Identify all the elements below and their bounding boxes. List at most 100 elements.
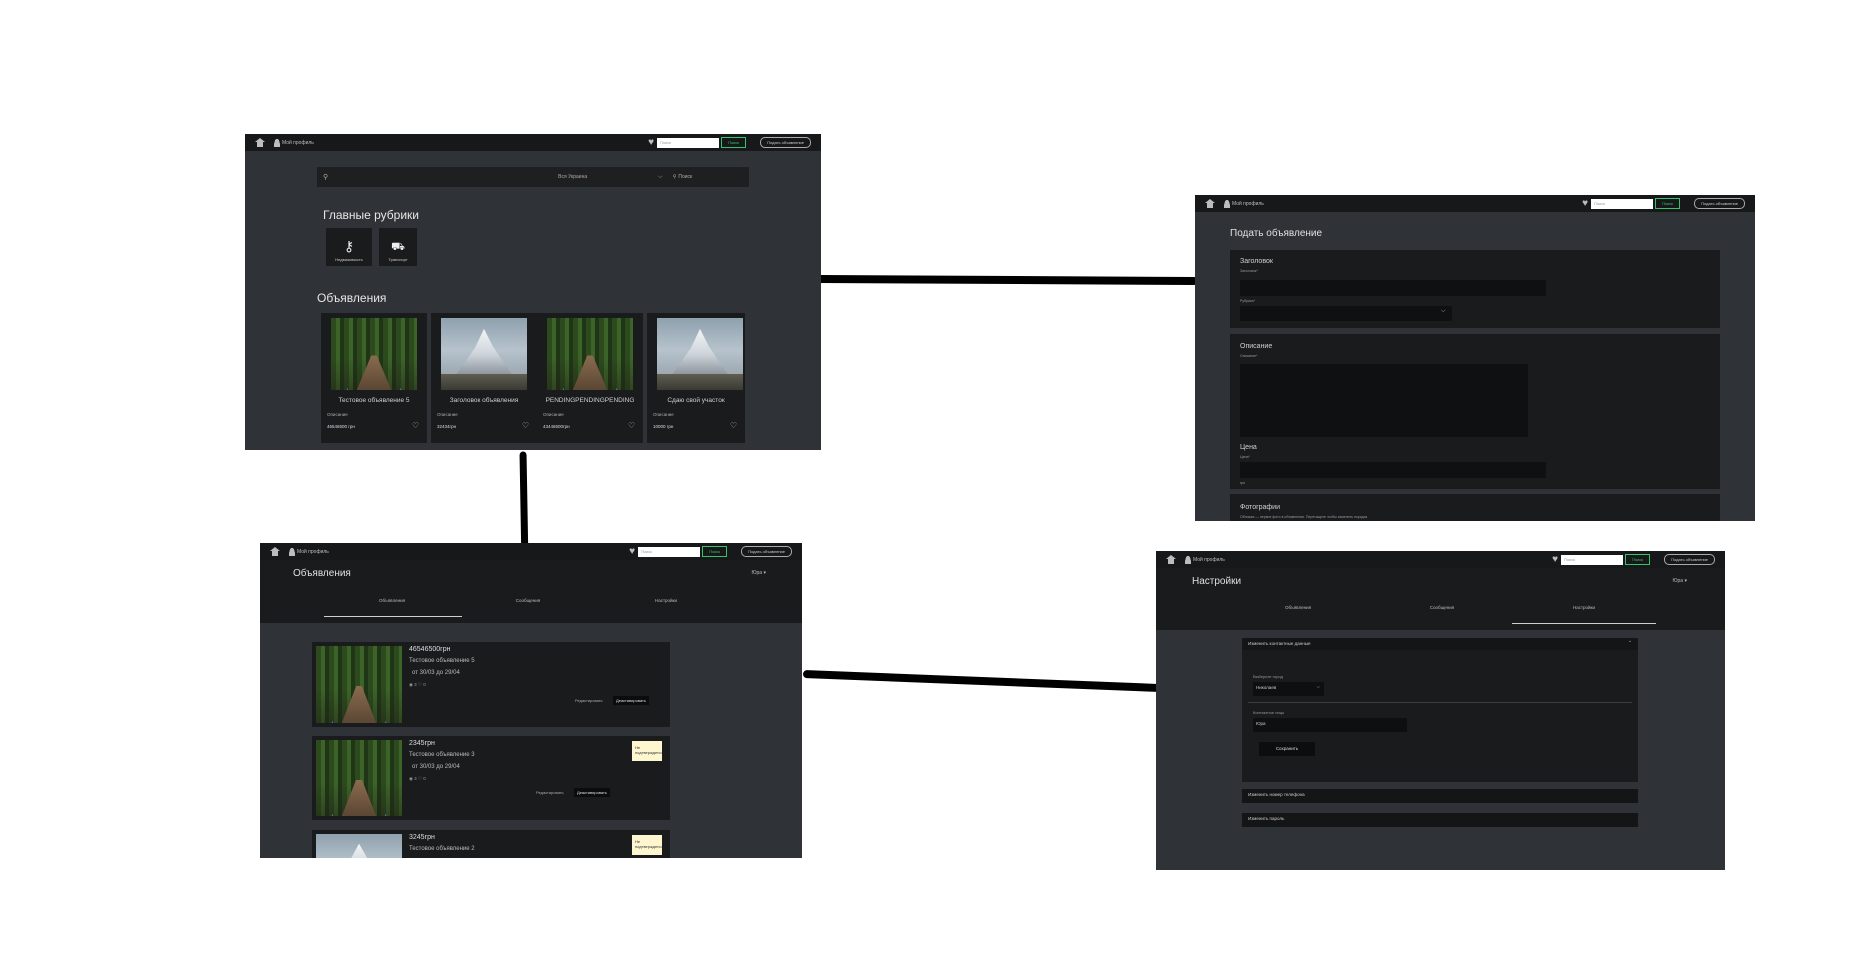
home-icon[interactable] (1166, 555, 1176, 564)
favorites-heart-icon[interactable]: ♥ (1582, 198, 1588, 209)
nav-search-button[interactable]: Поиск (702, 546, 728, 557)
page-title: Объявления (293, 568, 351, 579)
nav-search-input[interactable]: Поиск (638, 546, 701, 557)
save-button[interactable]: Сохранить (1259, 742, 1315, 756)
account-link[interactable]: Мой профиль (1185, 555, 1225, 564)
main-search-input[interactable] (328, 170, 558, 184)
user-menu[interactable]: Юра ▾ (751, 570, 766, 576)
rubric-transport[interactable]: ⛟ Транспорт (379, 228, 417, 266)
city-label: Выберите город (1253, 674, 1283, 679)
description-section: Описание Описание* Цена Цена* грн (1230, 334, 1720, 489)
heart-icon[interactable]: ♡ (412, 421, 419, 430)
rubric-sublabel: Рубрика* (1240, 299, 1255, 303)
nav-search-button[interactable]: Поиск (721, 137, 747, 148)
currency-label: грн (1240, 481, 1246, 485)
description-textarea[interactable] (1240, 364, 1528, 437)
account-link[interactable]: Мой профиль (1224, 199, 1264, 208)
post-ad-button[interactable]: Подать объявление (741, 546, 792, 557)
user-icon (1224, 199, 1230, 208)
ad-image (657, 318, 743, 390)
post-ad-button[interactable]: Подать объявление (1694, 198, 1745, 209)
contact-accordion-header[interactable]: Изменить контактные данные ⌃ (1242, 638, 1638, 650)
account-link[interactable]: Мой профиль (289, 547, 329, 556)
user-menu[interactable]: Юра ▾ (1672, 578, 1687, 584)
user-icon (289, 547, 295, 556)
password-accordion-header[interactable]: Изменить пароль (1242, 813, 1638, 827)
ad-card[interactable]: PENDINGPENDINGPENDING Описание 43446500г… (537, 313, 643, 443)
price-input[interactable] (1240, 462, 1546, 478)
nav-search-input[interactable]: Поиск (1591, 198, 1654, 209)
home-icon[interactable] (255, 138, 265, 147)
tab-settings[interactable]: Настройки (598, 598, 734, 603)
user-icon (1185, 555, 1191, 564)
listing-title: Тестовое объявление 3 (409, 752, 475, 758)
name-input[interactable]: Юра (1253, 718, 1407, 732)
favorites-heart-icon[interactable]: ♥ (1552, 554, 1558, 565)
my-listing[interactable]: 2345грн Тестовое объявление 3 от 30/03 д… (312, 736, 670, 820)
tab-ads[interactable]: Объявления (1228, 605, 1368, 610)
active-tab-indicator (1512, 623, 1656, 624)
settings-screen: Мой профиль ♥ Поиск Поиск Подать объявле… (1156, 551, 1725, 870)
rubric-select[interactable] (1240, 306, 1452, 321)
rubric-real-estate[interactable]: ⚷ Недвижимость (326, 228, 372, 266)
nav-search-input[interactable]: Поиск (1561, 554, 1624, 565)
nav-search-button[interactable]: Поиск (1625, 554, 1651, 565)
top-nav: Мой профиль ♥ Поиск Поиск Подать объявле… (245, 134, 821, 151)
contact-form: Выберите город Николаев ⌵ Контактное лицо… (1242, 650, 1638, 782)
status-badge: Не подтверждено (632, 741, 662, 761)
phone-accordion-header[interactable]: Изменить номер телефона (1242, 789, 1638, 803)
top-nav: Мой профиль ♥ Поиск Поиск Подать объявле… (1156, 551, 1725, 568)
top-nav: Мой профиль ♥ Поиск Поиск Подать объявле… (1195, 195, 1755, 212)
listing-dates: от 30/03 до 29/04 (412, 764, 460, 770)
nav-search-input[interactable]: Поиск (657, 137, 720, 148)
my-listing[interactable]: 3245грн Тестовое объявление 2 Не подтвер… (312, 830, 670, 858)
ad-price: 43446500грн (543, 424, 570, 429)
tab-settings[interactable]: Настройки (1514, 605, 1654, 610)
ad-card[interactable]: Заголовок объявления Описание 32434грн ♡ (431, 313, 537, 443)
favorites-heart-icon[interactable]: ♥ (629, 546, 635, 557)
listing-price: 46546500грн (409, 646, 451, 653)
deactivate-button[interactable]: Деактивировать (613, 696, 649, 705)
profile-header: Объявления Юра ▾ Объявления Сообщения На… (260, 560, 802, 623)
connector-home-to-post (814, 275, 1199, 286)
heading-input[interactable] (1240, 280, 1546, 296)
ad-card[interactable]: Тестовое объявление 5 Описание 46546500 … (321, 313, 427, 443)
post-ad-button[interactable]: Подать объявление (760, 137, 811, 148)
desc-sublabel: Описание* (1240, 354, 1258, 358)
ad-price: 46546500 грн (327, 424, 355, 429)
active-tab-indicator (324, 616, 462, 617)
region-select[interactable]: Вся Украина (558, 174, 658, 180)
favorites-heart-icon[interactable]: ♥ (648, 137, 654, 148)
heart-icon[interactable]: ♡ (730, 421, 737, 430)
nav-search-button[interactable]: Поиск (1655, 198, 1681, 209)
ad-image (331, 318, 417, 390)
main-search-button[interactable]: ⚲ Поиск (673, 174, 693, 180)
heart-icon[interactable]: ♡ (628, 421, 635, 430)
edit-button[interactable]: Редактировать (575, 698, 603, 703)
tab-messages[interactable]: Сообщения (1372, 605, 1512, 610)
home-icon[interactable] (270, 547, 280, 556)
listing-stats: ◉ 3 ♡ 0 (409, 682, 426, 687)
ad-desc: Описание (543, 412, 564, 417)
tab-messages[interactable]: Сообщения (460, 598, 596, 603)
rubrics-title: Главные рубрики (323, 208, 420, 222)
ad-price: 10000 грн (653, 424, 674, 429)
listing-image (316, 740, 402, 816)
ad-title: PENDINGPENDINGPENDING (545, 397, 635, 404)
deactivate-button[interactable]: Деактивировать (574, 788, 610, 797)
connector-myads-to-settings (802, 670, 1162, 693)
city-select[interactable]: Николаев ⌵ (1253, 682, 1324, 696)
tab-ads[interactable]: Объявления (324, 598, 460, 603)
profile-header: Настройки Юра ▾ Объявления Сообщения Нас… (1156, 568, 1725, 630)
heading-sublabel: Заголовок* (1240, 269, 1258, 273)
ad-title: Заголовок объявления (449, 397, 519, 404)
home-icon[interactable] (1205, 199, 1215, 208)
account-link[interactable]: Мой профиль (274, 138, 314, 147)
edit-button[interactable]: Редактировать (536, 790, 564, 795)
ad-card[interactable]: Сдаю свой участок Описание 10000 грн ♡ (647, 313, 745, 443)
chevron-down-icon: ⌵ (658, 173, 663, 180)
title-section: Заголовок Заголовок* Рубрика* ⌵ (1230, 250, 1720, 328)
my-listing[interactable]: 46546500грн Тестовое объявление 5 от 30/… (312, 642, 670, 727)
heart-icon[interactable]: ♡ (522, 421, 529, 430)
post-ad-button[interactable]: Подать объявление (1664, 554, 1715, 565)
